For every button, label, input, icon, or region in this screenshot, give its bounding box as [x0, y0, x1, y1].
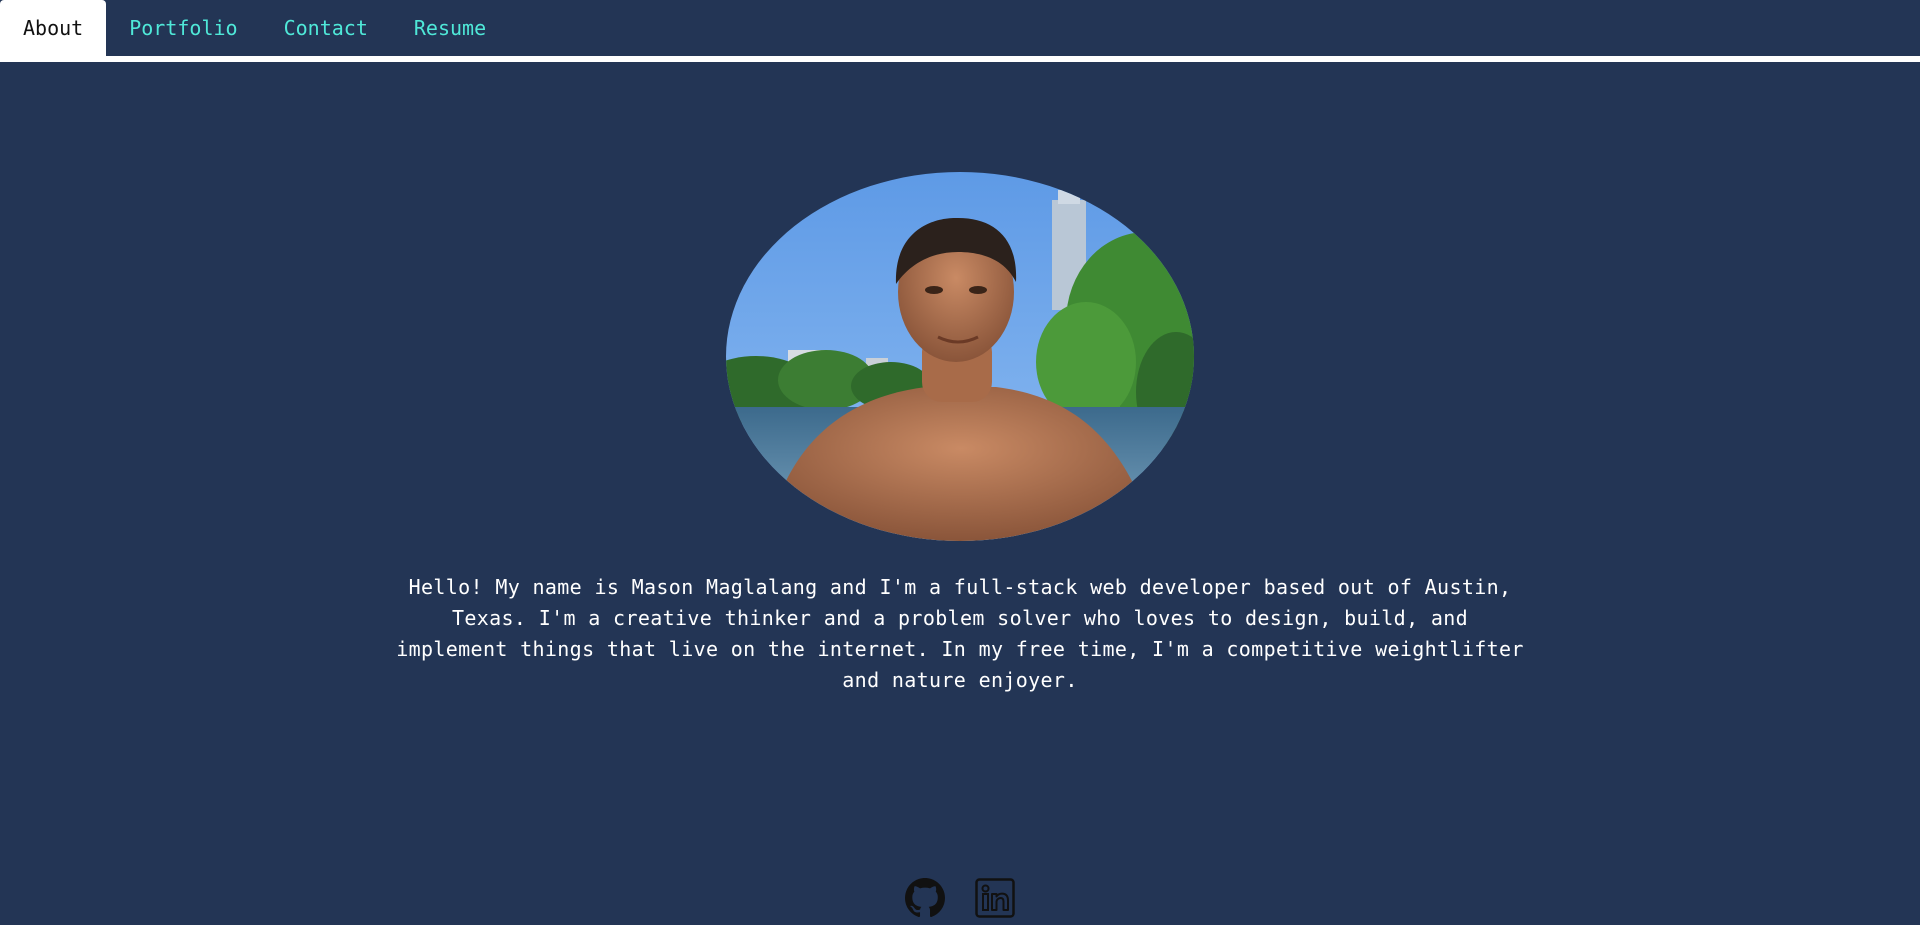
tab-portfolio[interactable]: Portfolio — [106, 0, 260, 56]
profile-photo — [726, 172, 1194, 541]
github-icon — [905, 878, 945, 918]
github-link[interactable] — [905, 878, 945, 918]
tab-about[interactable]: About — [0, 0, 107, 56]
social-links — [0, 878, 1920, 918]
linkedin-link[interactable] — [975, 878, 1015, 918]
top-nav: About Portfolio Contact Resume — [0, 0, 1920, 56]
linkedin-icon — [975, 878, 1015, 918]
about-section: Hello! My name is Mason Maglalang and I'… — [0, 62, 1920, 925]
tab-resume[interactable]: Resume — [391, 0, 509, 56]
bio-text: Hello! My name is Mason Maglalang and I'… — [396, 575, 1524, 692]
tab-contact[interactable]: Contact — [261, 0, 391, 56]
